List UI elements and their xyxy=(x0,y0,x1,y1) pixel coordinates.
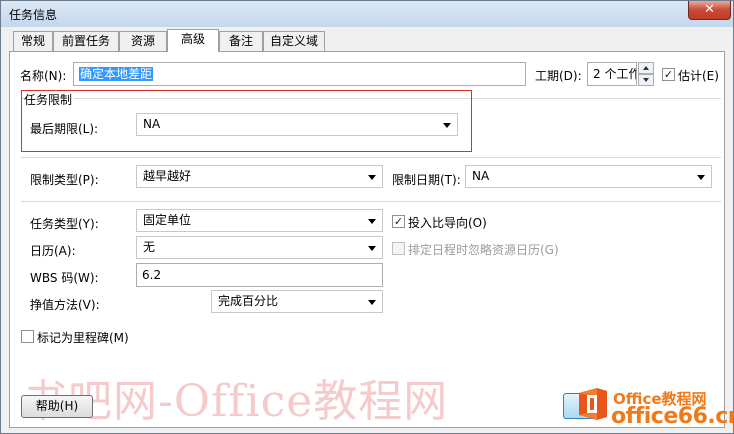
calendar-label: 日历(A): xyxy=(30,244,76,258)
separator xyxy=(21,201,721,202)
tab-advanced[interactable]: 高级 xyxy=(167,29,219,52)
chevron-down-icon xyxy=(368,246,376,251)
tab-general[interactable]: 常规 xyxy=(13,31,53,51)
help-button[interactable]: 帮助(H) xyxy=(21,395,93,418)
estimate-label: 估计(E) xyxy=(678,69,719,83)
office-logo-icon xyxy=(579,388,607,420)
separator xyxy=(21,157,721,158)
window-title: 任务信息 xyxy=(9,8,58,22)
task-type-select[interactable]: 固定单位 xyxy=(136,209,383,232)
brand-url: office66.cn xyxy=(611,404,734,429)
earned-value-select[interactable]: 完成百分比 xyxy=(211,290,383,313)
calendar-value: 无 xyxy=(143,240,156,254)
arrow-up-icon xyxy=(643,66,649,70)
calendar-select[interactable]: 无 xyxy=(136,236,383,259)
tab-resources[interactable]: 资源 xyxy=(119,31,167,51)
tab-predecessors[interactable]: 前置任务 xyxy=(53,31,119,51)
constraint-date-select[interactable]: NA xyxy=(465,165,712,188)
chevron-down-icon xyxy=(368,219,376,224)
name-label: 名称(N): xyxy=(20,69,67,83)
chevron-down-icon xyxy=(697,175,705,180)
arrow-down-icon xyxy=(643,78,649,82)
chevron-down-icon xyxy=(368,175,376,180)
task-type-label: 任务类型(Y): xyxy=(30,217,99,231)
wbs-label: WBS 码(W): xyxy=(30,271,99,285)
chevron-down-icon xyxy=(368,300,376,305)
name-input[interactable]: 确定本地差距 xyxy=(73,62,526,86)
constraint-type-label: 限制类型(P): xyxy=(30,173,99,187)
duration-input[interactable]: 2 个工作日 xyxy=(587,62,637,86)
tab-custom-fields[interactable]: 自定义域 xyxy=(263,31,325,51)
title-bar: 任务信息 ✕ xyxy=(1,1,733,27)
constraint-type-value: 越早越好 xyxy=(143,169,192,183)
estimate-checkbox[interactable]: ✓ xyxy=(662,68,675,81)
ignore-calendars-checkbox[interactable] xyxy=(392,242,405,255)
ignore-calendars-label: 排定日程时忽略资源日历(G) xyxy=(408,243,559,257)
earned-value-label: 挣值方法(V): xyxy=(30,298,100,312)
constraint-date-label: 限制日期(T): xyxy=(392,173,461,187)
highlight-box xyxy=(21,90,472,152)
duration-up-button[interactable] xyxy=(638,62,654,74)
close-button[interactable]: ✕ xyxy=(688,1,731,20)
tab-notes[interactable]: 备注 xyxy=(219,31,263,51)
constraint-date-value: NA xyxy=(472,169,490,183)
earned-value-value: 完成百分比 xyxy=(218,294,279,308)
wbs-input[interactable]: 6.2 xyxy=(136,263,383,287)
milestone-checkbox[interactable] xyxy=(21,330,34,343)
effort-driven-label: 投入比导向(O) xyxy=(408,216,487,230)
task-info-dialog: 任务信息 ✕ 常规 前置任务 资源 高级 备注 自定义域 名称(N): 确定本地… xyxy=(0,0,734,434)
duration-down-button[interactable] xyxy=(638,74,654,86)
task-type-value: 固定单位 xyxy=(143,213,192,227)
effort-driven-checkbox[interactable]: ✓ xyxy=(392,215,405,228)
milestone-label: 标记为里程碑(M) xyxy=(37,331,129,345)
constraint-type-select[interactable]: 越早越好 xyxy=(136,165,383,188)
duration-label: 工期(D): xyxy=(535,69,582,83)
name-input-value: 确定本地差距 xyxy=(79,67,154,81)
